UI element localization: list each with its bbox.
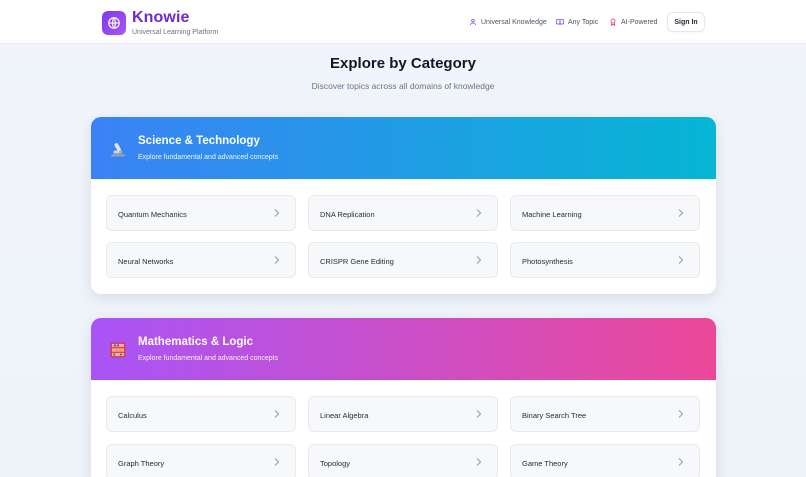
chevron-right-icon xyxy=(274,209,280,217)
nav-label: AI-Powered xyxy=(621,18,658,26)
topic-card[interactable]: Game Theory xyxy=(510,444,700,477)
brand-name: Knowie xyxy=(132,9,190,26)
category-description: Explore fundamental and advanced concept… xyxy=(138,154,279,161)
award-icon xyxy=(610,18,616,26)
category-header[interactable]: Mathematics & Logic Explore fundamental … xyxy=(91,318,716,380)
page-title: Explore by Category xyxy=(330,55,476,72)
topic-card[interactable]: Linear Algebra xyxy=(308,396,498,432)
category-card-mathematics: Mathematics & Logic Explore fundamental … xyxy=(91,318,716,477)
topic-label: Graph Theory xyxy=(118,459,165,468)
category-card-science: Science & Technology Explore fundamental… xyxy=(91,117,716,294)
topic-label: Game Theory xyxy=(522,459,568,468)
chevron-right-icon xyxy=(678,256,684,264)
category-description: Explore fundamental and advanced concept… xyxy=(138,355,279,362)
topic-label: Neural Networks xyxy=(118,257,174,266)
topic-label: Machine Learning xyxy=(522,210,582,219)
category-header[interactable]: Science & Technology Explore fundamental… xyxy=(91,117,716,179)
chevron-right-icon xyxy=(476,209,482,217)
page-subtitle: Discover topics across all domains of kn… xyxy=(311,81,495,91)
brand-tagline: Universal Learning Platform xyxy=(132,29,219,36)
topic-card[interactable]: Graph Theory xyxy=(106,444,296,477)
topic-label: DNA Replication xyxy=(320,210,375,219)
topic-card[interactable]: Photosynthesis xyxy=(510,242,700,278)
chevron-right-icon xyxy=(476,410,482,418)
chevron-right-icon xyxy=(678,209,684,217)
topic-label: Calculus xyxy=(118,411,147,420)
topic-label: Topology xyxy=(320,459,351,468)
topic-card[interactable]: Quantum Mechanics xyxy=(106,195,296,231)
nav-universal-knowledge[interactable]: Universal Knowledge xyxy=(469,18,547,26)
topic-label: CRISPR Gene Editing xyxy=(320,257,394,266)
topic-label: Quantum Mechanics xyxy=(118,210,187,219)
category-title: Mathematics & Logic xyxy=(138,336,254,348)
abacus-icon xyxy=(108,340,127,359)
category-title: Science & Technology xyxy=(138,135,260,147)
chevron-right-icon xyxy=(678,458,684,466)
nav-any-topic[interactable]: Any Topic xyxy=(556,18,598,26)
nav-label: Universal Knowledge xyxy=(481,18,547,26)
topic-card[interactable]: Neural Networks xyxy=(106,242,296,278)
topic-card[interactable]: Binary Search Tree xyxy=(510,396,700,432)
globe-icon xyxy=(102,11,126,35)
topic-card[interactable]: Calculus xyxy=(106,396,296,432)
nav-label: Any Topic xyxy=(568,18,599,26)
topic-label: Linear Algebra xyxy=(320,411,369,420)
topic-label: Photosynthesis xyxy=(522,257,573,266)
user-icon xyxy=(469,18,477,26)
microscope-icon xyxy=(108,139,127,158)
chevron-right-icon xyxy=(274,410,280,418)
topic-label: Binary Search Tree xyxy=(522,411,587,420)
chevron-right-icon xyxy=(274,256,280,264)
nav-ai-powered[interactable]: AI-Powered xyxy=(609,18,658,26)
topic-card[interactable]: Topology xyxy=(308,444,498,477)
book-icon xyxy=(556,19,564,25)
chevron-right-icon xyxy=(476,256,482,264)
chevron-right-icon xyxy=(476,458,482,466)
brand[interactable]: Knowie Universal Learning Platform xyxy=(102,10,218,36)
sign-in-button[interactable]: Sign In xyxy=(667,12,705,32)
chevron-right-icon xyxy=(678,410,684,418)
top-nav-bar: Knowie Universal Learning Platform Unive… xyxy=(0,0,806,44)
topic-card[interactable]: CRISPR Gene Editing xyxy=(308,242,498,278)
chevron-right-icon xyxy=(274,458,280,466)
topic-card[interactable]: DNA Replication xyxy=(308,195,498,231)
topic-card[interactable]: Machine Learning xyxy=(510,195,700,231)
